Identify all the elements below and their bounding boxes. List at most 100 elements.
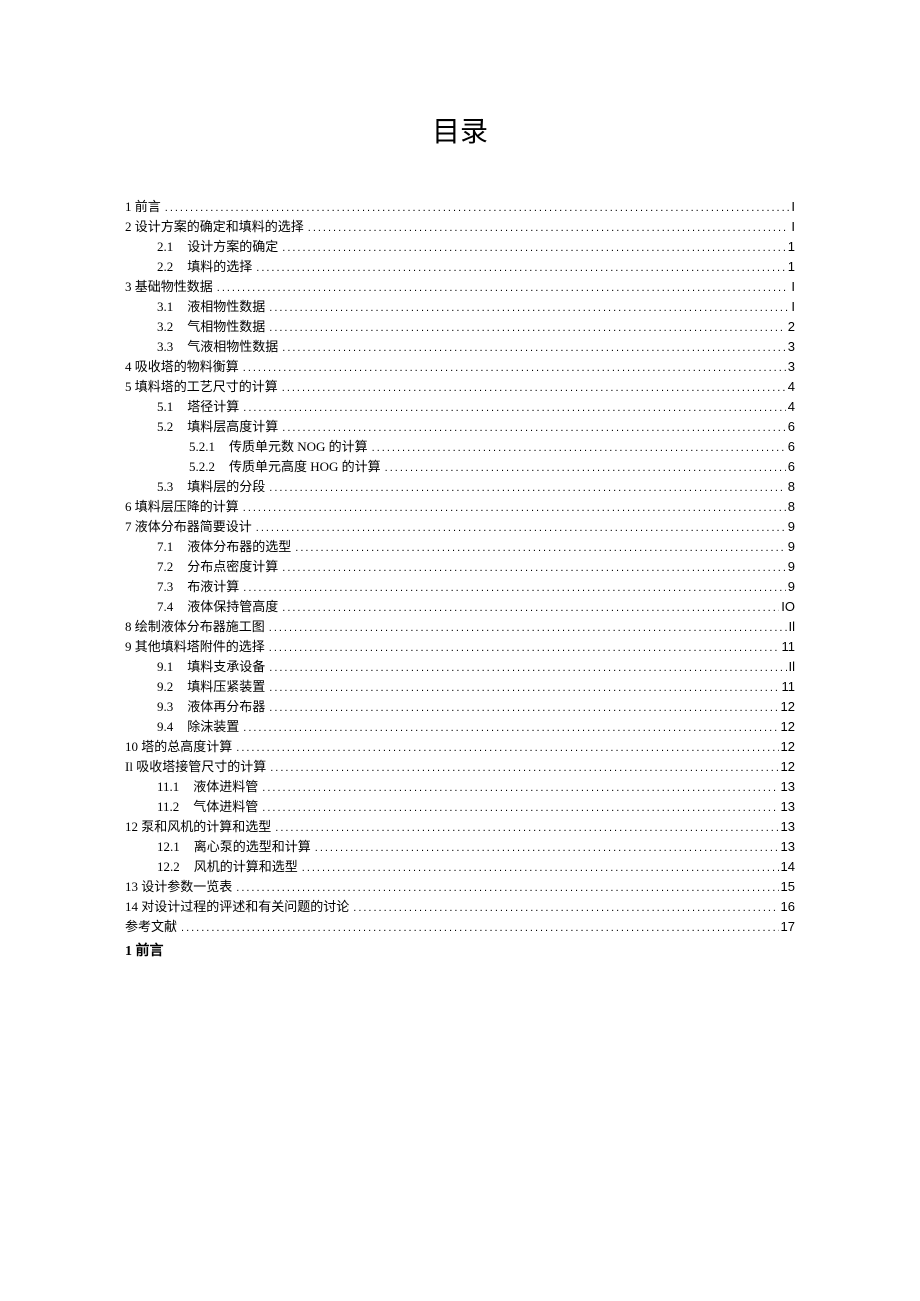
toc-leader-dots [232,743,778,754]
toc-leader-dots [239,363,786,374]
toc-leader-dots [258,803,778,814]
toc-leader-dots [265,623,787,634]
toc-leader-dots [381,463,786,474]
toc-entry-label: 参考文献 [125,920,177,933]
toc-entry: 13 设计参数一览表 15 [125,880,795,894]
toc-entry-number: 7.4 [157,600,187,613]
toc-entry-page: 13 [779,840,795,853]
toc-entry-number: 11.1 [157,780,193,793]
toc-entry-page: I [789,300,795,313]
toc-entry-page: 11 [780,640,796,653]
toc-entry-number: 9.1 [157,660,187,673]
section-1-heading: 1 前言 [125,940,795,960]
toc-leader-dots [161,203,790,214]
toc-leader-dots [239,583,786,594]
toc-leader-dots [278,563,786,574]
toc-entry-page: 16 [779,900,795,913]
toc-entry: 7.2分布点密度计算 9 [125,560,795,574]
toc-leader-dots [271,823,778,834]
toc-entry-label: 2 设计方案的确定和填料的选择 [125,220,304,233]
toc-entry: 4 吸收塔的物料衡算3 [125,360,795,374]
toc-entry-page: 12 [779,720,795,733]
toc-leader-dots [265,683,779,694]
toc-entry-label: 7 液体分布器简要设计 [125,520,252,533]
toc-leader-dots [278,343,786,354]
toc-entry-label: 气体进料管 [193,800,258,813]
toc-entry-label: 离心泵的选型和计算 [194,840,311,853]
toc-leader-dots [239,503,786,514]
toc-entry-label: 液体分布器的选型 [187,540,291,553]
toc-entry-label: 气液相物性数据 [187,340,278,353]
toc-entry: 3.1液相物性数据I [125,300,795,314]
toc-entry-page: 14 [779,860,795,873]
toc-entry-number: 2.2 [157,260,187,273]
toc-leader-dots [278,603,779,614]
toc-entry-number: 2.1 [157,240,187,253]
toc-entry: 12 泵和风机的计算和选型 13 [125,820,795,834]
toc-leader-dots [291,543,786,554]
toc-entry-label: 液体再分布器 [187,700,265,713]
toc-entry-label: 4 吸收塔的物料衡算 [125,360,239,373]
toc-leader-dots [239,723,778,734]
toc-leader-dots [278,423,786,434]
toc-entry: 12.1离心泵的选型和计算 13 [125,840,795,854]
toc-entry-page: 13 [779,820,795,833]
toc-entry-label: 9 其他填料塔附件的选择 [125,640,265,653]
toc-entry-page: 6 [786,460,795,473]
toc-entry-label: 1 前言 [125,200,161,213]
toc-entry-label: 8 绘制液体分布器施工图 [125,620,265,633]
toc-entry-page: 6 [786,420,795,433]
toc-entry-page: 11 [780,680,796,693]
toc-entry: 7.4液体保持管高度 IO [125,600,795,614]
toc-entry-page: Il [787,660,796,673]
toc-entry-number: 3.3 [157,340,187,353]
toc-entry-page: 17 [779,920,795,933]
toc-entry-page: 1 [786,240,795,253]
toc-entry-page: 4 [786,400,795,413]
toc-entry-page: 2 [786,320,795,333]
toc-entry-page: 12 [779,740,795,753]
toc-entry-page: 15 [779,880,795,893]
toc-entry-number: 9.4 [157,720,187,733]
toc-entry: 2 设计方案的确定和填料的选择I [125,220,795,234]
toc-entry-page: 12 [779,700,795,713]
toc-entry: 11.1液体进料管13 [125,780,795,794]
toc-entry-page: 9 [786,560,795,573]
toc-entry-number: 9.3 [157,700,187,713]
toc-leader-dots [258,783,778,794]
toc-entry-label: 设计方案的确定 [187,240,278,253]
toc-entry-label: 液体保持管高度 [187,600,278,613]
toc-entry: 9 其他填料塔附件的选择 11 [125,640,795,654]
toc-entry: 7.3布液计算9 [125,580,795,594]
toc-entry-page: 12 [779,760,795,773]
toc-entry-page: 8 [786,500,795,513]
toc-entry-label: 传质单元高度 HOG 的计算 [229,460,381,473]
toc-entry: 3.3气液相物性数据3 [125,340,795,354]
toc-entry-label: 分布点密度计算 [187,560,278,573]
toc-leader-dots [311,843,779,854]
toc-entry-number: 5.2 [157,420,187,433]
toc-entry-page: 4 [786,380,795,393]
toc-title: 目录 [125,110,795,150]
toc-entry: 10 塔的总高度计算12 [125,740,795,754]
toc-entry-label: 3 基础物性数据 [125,280,213,293]
toc-entry-label: 12 泵和风机的计算和选型 [125,820,271,833]
toc-entry: 9.3液体再分布器 12 [125,700,795,714]
toc-entry: 5.3填料层的分段8 [125,480,795,494]
toc-entry-number: 12.2 [157,860,194,873]
toc-entry-number: 12.1 [157,840,194,853]
toc-leader-dots [252,523,786,534]
toc-entry-page: IO [779,600,795,613]
toc-entry-page: 13 [779,800,795,813]
toc-entry: 9.1填料支承设备Il [125,660,795,674]
toc-entry: 5.2.1传质单元数 NOG 的计算6 [125,440,795,454]
toc-entry-page: Il [787,620,796,633]
toc-leader-dots [266,763,778,774]
toc-entry-label: 13 设计参数一览表 [125,880,232,893]
toc-entry-number: 5.1 [157,400,187,413]
toc-entry-number: 7.2 [157,560,187,573]
toc-entry-page: I [789,280,795,293]
toc-entry: 2.1设计方案的确定 1 [125,240,795,254]
toc-entry-label: 除沫装置 [187,720,239,733]
toc-entry: 5.1塔径计算4 [125,400,795,414]
